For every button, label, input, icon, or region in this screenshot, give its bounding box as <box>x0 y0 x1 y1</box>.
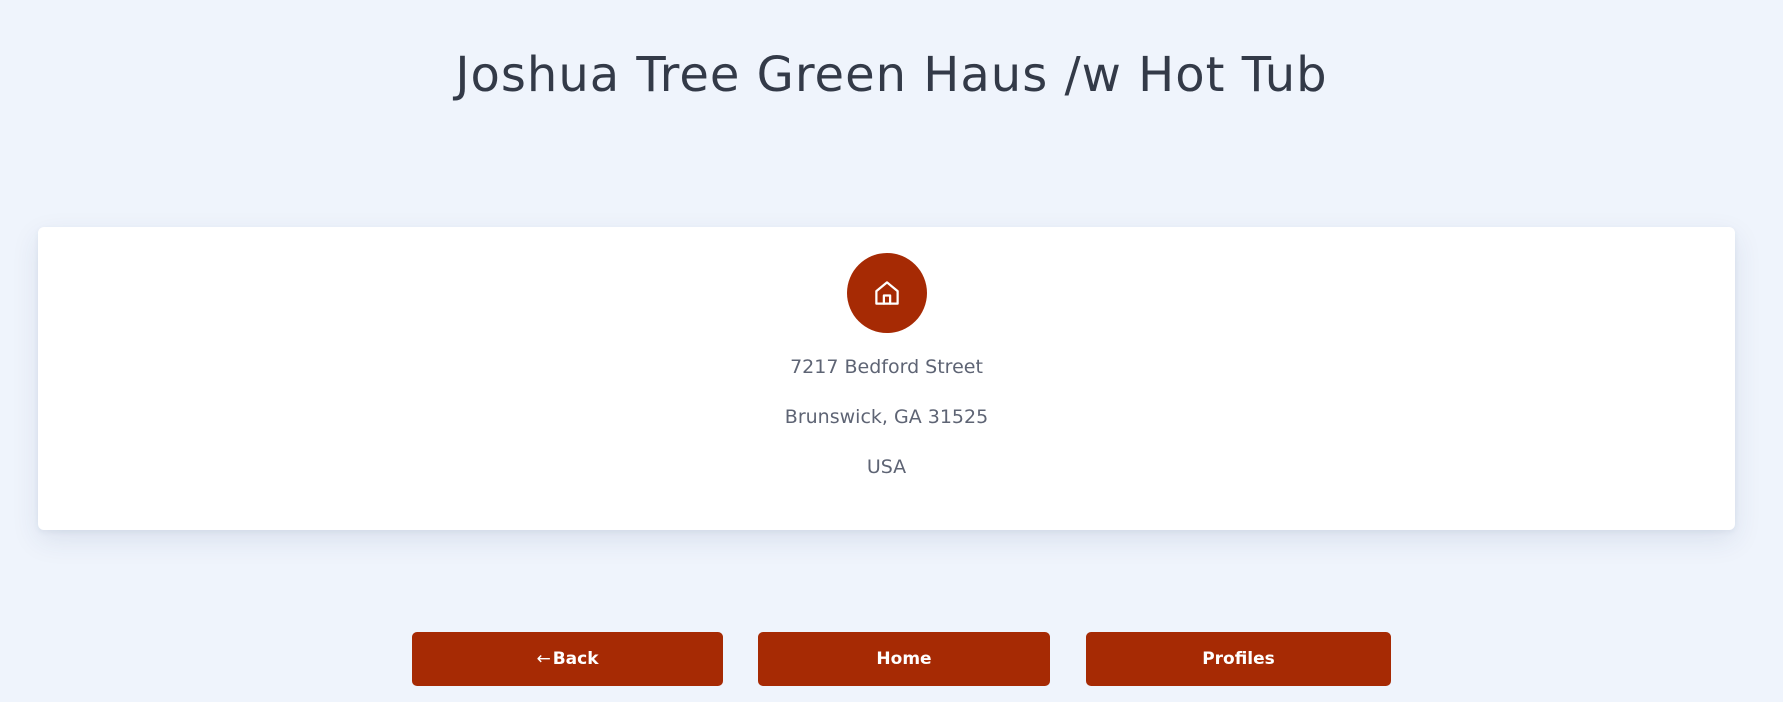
profiles-button[interactable]: Profiles <box>1086 632 1391 686</box>
page-title: Joshua Tree Green Haus /w Hot Tub <box>455 47 1328 103</box>
home-button-label: Home <box>876 649 932 669</box>
back-button-label: Back <box>552 649 599 669</box>
address-country: USA <box>866 456 907 478</box>
address-street: 7217 Bedford Street <box>790 356 983 378</box>
address-city-state-zip: Brunswick, GA 31525 <box>784 406 989 428</box>
profiles-button-label: Profiles <box>1202 649 1275 669</box>
arrow-left-icon: ← <box>536 649 551 669</box>
address-card: 7217 Bedford Street Brunswick, GA 31525 … <box>38 227 1735 530</box>
back-button[interactable]: ← Back <box>412 632 723 686</box>
home-badge <box>847 253 927 333</box>
home-icon <box>875 281 899 305</box>
home-button[interactable]: Home <box>758 632 1050 686</box>
